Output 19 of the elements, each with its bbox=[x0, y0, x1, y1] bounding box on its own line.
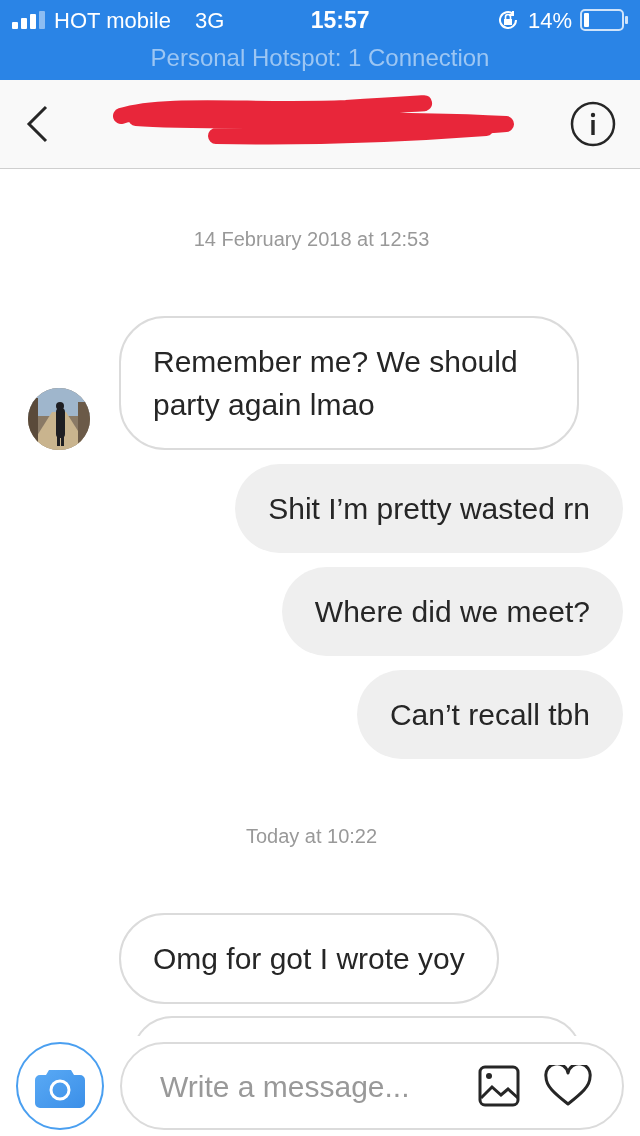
clock: 15:57 bbox=[310, 5, 370, 35]
timestamp: Today at 10:22 bbox=[244, 824, 379, 849]
message-bubble: Remember me? We should party again lmao bbox=[119, 316, 579, 450]
network-type: 3G bbox=[194, 6, 225, 35]
carrier-name: HOT mobile bbox=[54, 6, 171, 35]
timestamp: 14 February 2018 at 12:53 bbox=[192, 227, 431, 252]
battery-percent: 14% bbox=[527, 6, 572, 35]
info-icon[interactable] bbox=[570, 101, 616, 147]
image-icon[interactable] bbox=[478, 1065, 520, 1107]
hotspot-banner[interactable]: Personal Hotspot: 1 Connection bbox=[0, 40, 640, 76]
signal-icon bbox=[12, 11, 46, 29]
battery-icon bbox=[580, 9, 628, 31]
message-bubble: Where did we meet? bbox=[281, 567, 623, 656]
message-bubble: Shit I’m pretty wasted rn bbox=[235, 464, 623, 553]
message-bubble: Can’t recall tbh bbox=[356, 670, 623, 759]
message-input[interactable]: Write a message... bbox=[158, 1062, 454, 1110]
message-bubble: Omg for got I wrote yoy bbox=[119, 913, 499, 1004]
heart-icon[interactable] bbox=[544, 1065, 592, 1107]
message-field[interactable]: Write a message... bbox=[120, 1042, 624, 1130]
